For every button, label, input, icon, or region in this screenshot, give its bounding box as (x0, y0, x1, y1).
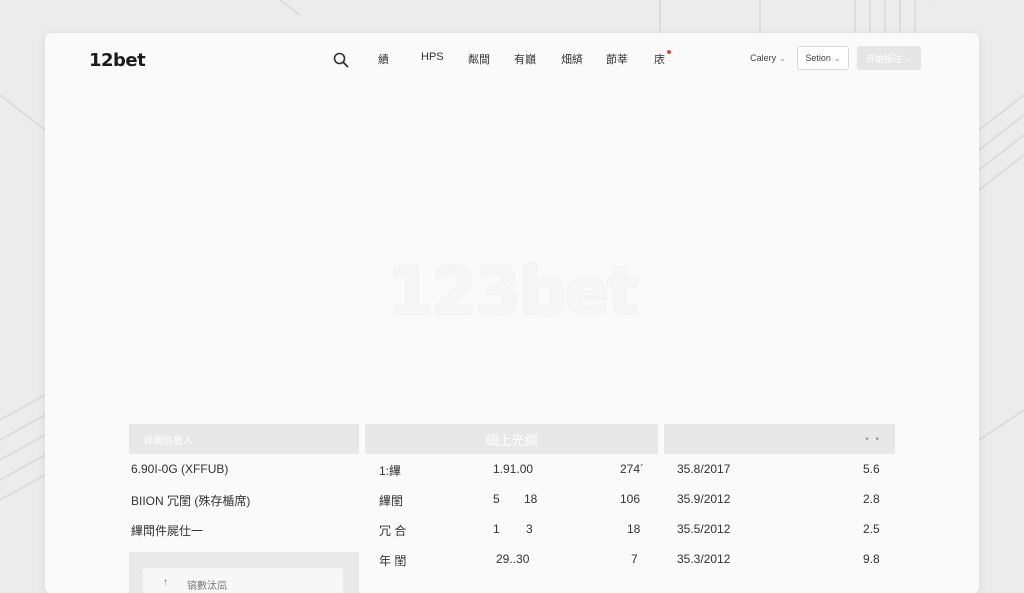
table-row[interactable]: 35.3/2012 9.8 (664, 544, 895, 574)
setion-label: Setion (805, 53, 831, 63)
list-item[interactable]: 縪閗件屍仕一 (129, 514, 359, 544)
list-item-text: BIION 冗閨 (殊存楯席) (131, 494, 251, 508)
setion-dropdown[interactable]: Setion ⌄ (797, 46, 849, 70)
stats-panel-middle: 細上光綱 1:縪 1.91.00 274´ 縪閨 5 18 106 冗 合 1 … (365, 424, 658, 574)
row-value-a2: 3 (526, 522, 533, 536)
nav-item-4[interactable]: 有巓 (514, 51, 536, 67)
nav-item-3[interactable]: 粼間 (468, 51, 490, 67)
hero-watermark: 123bet (387, 253, 638, 330)
chevron-down-icon: ⌄ (833, 53, 841, 63)
panel-header: • • (664, 424, 895, 454)
row-label: 縪閨 (379, 494, 404, 508)
list-item-text: 縪閗件屍仕一 (131, 524, 204, 538)
row-date: 35.8/2017 (677, 462, 731, 476)
row-value-a2: 18 (524, 492, 538, 506)
chevron-down-icon: ⌄ (905, 53, 912, 63)
nav-item-7[interactable]: 庡 (654, 51, 665, 67)
nav-item-6[interactable]: 莭莘 (606, 51, 628, 67)
list-item[interactable]: 6.90I-0G (XFFUB) (129, 454, 359, 484)
nav-item-5[interactable]: 畑緕 (561, 51, 583, 67)
brand-logo[interactable]: 12bet (89, 50, 146, 71)
row-value-a: 1 (493, 522, 500, 536)
row-label: 冗 合 (379, 524, 407, 538)
row-label: 1:縪 (379, 464, 402, 478)
row-date: 35.5/2012 (677, 522, 731, 536)
list-item[interactable]: BIION 冗閨 (殊存楯席) (129, 484, 359, 514)
footer-button[interactable]: ↑ 镐數汰凨 (143, 568, 343, 593)
row-value-a: 29..30 (496, 552, 530, 566)
nav-item-hps[interactable]: HPS (421, 51, 444, 63)
row-value: 5.6 (863, 462, 880, 476)
table-row[interactable]: 35.5/2012 2.5 (664, 514, 895, 544)
row-label: 年 閨 (379, 554, 407, 568)
nav-item-1[interactable]: 績 (378, 51, 389, 67)
stats-panel-right: • • 35.8/2017 5.6 35.9/2012 2.8 35.5/201… (664, 424, 895, 574)
table-row[interactable]: 35.8/2017 5.6 (664, 454, 895, 484)
row-value-a: 1.91.00 (493, 462, 534, 476)
list-item-text: 6.90I-0G (XFFUB) (131, 462, 229, 476)
row-value-b: 18 (627, 522, 641, 536)
search-icon[interactable] (332, 51, 350, 69)
panel-footer: ↑ 镐數汰凨 (129, 552, 359, 593)
row-value-b: 7 (631, 552, 638, 566)
table-row[interactable]: 年 閨 29..30 7 (365, 544, 658, 574)
table-row[interactable]: 1:縪 1.91.00 274´ (365, 454, 658, 484)
chevron-down-icon: ⌄ (779, 53, 786, 63)
row-value-b: 106 (620, 492, 641, 506)
calery-label: Calery (750, 53, 777, 63)
row-date: 35.3/2012 (677, 552, 731, 566)
row-value-a: 5 (493, 492, 500, 506)
primary-button[interactable]: 开始投注 ⌄ (857, 46, 921, 70)
panel-header: 細上光綱 (365, 424, 658, 454)
arrow-icon: ↑ (163, 577, 168, 588)
notification-dot (667, 50, 671, 54)
table-row[interactable]: 縪閨 5 18 106 (365, 484, 658, 514)
row-date: 35.9/2012 (677, 492, 731, 506)
row-value: 2.5 (863, 522, 880, 536)
primary-label: 开始投注 (866, 53, 903, 64)
table-row[interactable]: 冗 合 1 3 18 (365, 514, 658, 544)
row-value: 2.8 (863, 492, 880, 506)
row-value-b: 274´ (620, 462, 645, 476)
row-value: 9.8 (863, 552, 880, 566)
main-card: 12bet 績 HPS 粼間 有巓 畑緕 莭莘 庡 Calery ⌄ Setio… (45, 33, 979, 593)
info-panel-left: 详细信息入 6.90I-0G (XFFUB) BIION 冗閨 (殊存楯席) 縪… (129, 424, 359, 593)
table-row[interactable]: 35.9/2012 2.8 (664, 484, 895, 514)
panel-header: 详细信息入 (129, 424, 359, 454)
calery-dropdown[interactable]: Calery ⌄ (745, 46, 791, 70)
